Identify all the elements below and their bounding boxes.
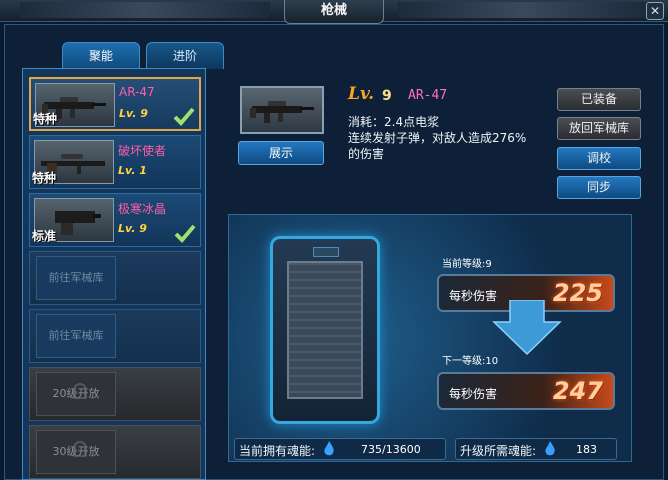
- weapon-case-graphic: [270, 236, 380, 424]
- top-ornament-left: [20, 2, 270, 18]
- weapon-level: Lv. 1: [118, 164, 147, 177]
- locked-slot[interactable]: 前往军械库: [29, 251, 201, 305]
- weapon-list: 特种 AR-47 Lv. 9 特种 破坏使者 Lv. 1 标准 极寒冰晶 Lv.…: [22, 68, 206, 480]
- weapon-preview: [240, 86, 324, 134]
- level-prefix: Lv.: [348, 84, 375, 104]
- next-dps-value: 247: [552, 377, 603, 405]
- required-souls-label: 升级所需魂能:: [460, 444, 537, 458]
- weapon-slot-sniper[interactable]: 特种 破坏使者 Lv. 1: [29, 135, 201, 189]
- weapon-level: Lv. 9: [119, 107, 148, 120]
- level-locked-slot: 20级开放: [29, 367, 201, 421]
- tab-juneng[interactable]: 聚能: [62, 42, 140, 69]
- current-level-label: 当前等级:9: [442, 259, 492, 270]
- selected-weapon-name: AR-47: [408, 88, 448, 103]
- unlock-level-label: 20级开放: [36, 372, 116, 416]
- weapon-name: AR-47: [119, 85, 155, 99]
- desc-effect: 连续发射子弹，对敌人造成276%: [348, 131, 527, 145]
- weapon-type-tag: 标准: [32, 229, 57, 243]
- locked-slot[interactable]: 前往军械库: [29, 309, 201, 363]
- desc-cost: 消耗：2.4点电浆: [348, 115, 440, 129]
- lock-icon: [73, 441, 87, 457]
- case-inner: [287, 261, 363, 399]
- weapon-type-tag: 特种: [32, 171, 57, 185]
- owned-souls-label: 当前拥有魂能:: [239, 444, 316, 458]
- weapon-type-tag: 特种: [33, 112, 58, 126]
- weapon-description: 消耗：2.4点电浆 连续发射子弹，对敌人造成276% 的伤害: [348, 114, 548, 162]
- weapon-slot-ar47[interactable]: 特种 AR-47 Lv. 9: [29, 77, 201, 131]
- soul-flame-icon: [324, 441, 334, 456]
- window-title: 枪械: [284, 0, 384, 24]
- lock-icon: [73, 383, 87, 399]
- required-souls-bar: 升级所需魂能: 183: [455, 438, 617, 460]
- weapon-name: 极寒冰晶: [118, 202, 167, 216]
- rifle-icon: [250, 101, 314, 123]
- arrow-down-icon: [492, 300, 562, 356]
- dps-label: 每秒伤害: [449, 289, 498, 303]
- return-armory-button[interactable]: 放回军械库: [557, 117, 641, 140]
- case-latch: [313, 247, 339, 257]
- owned-souls-bar: 当前拥有魂能: 735/13600: [234, 438, 446, 460]
- unlock-level-label: 30级开放: [36, 430, 116, 474]
- check-icon: [174, 224, 196, 243]
- required-souls-value: 183: [576, 443, 597, 456]
- weapon-name: 破坏使者: [118, 144, 167, 158]
- goto-armory-label: 前往军械库: [36, 256, 116, 300]
- next-level-label: 下一等级:10: [442, 356, 499, 367]
- owned-souls-value: 735/13600: [361, 443, 421, 456]
- next-dps-box: 每秒伤害 247: [437, 372, 615, 410]
- level-number: 9: [382, 88, 392, 104]
- show-button[interactable]: 展示: [238, 141, 324, 165]
- soul-flame-icon: [545, 441, 555, 456]
- top-ornament-right: [398, 2, 648, 18]
- close-button[interactable]: ✕: [646, 2, 664, 20]
- check-icon: [173, 107, 195, 126]
- tune-button[interactable]: 调校: [557, 147, 641, 170]
- sync-button[interactable]: 同步: [557, 176, 641, 199]
- dps-label: 每秒伤害: [449, 387, 498, 401]
- weapon-level: Lv. 9: [118, 222, 147, 235]
- goto-armory-label: 前往军械库: [36, 314, 116, 358]
- tab-jinjie[interactable]: 进阶: [146, 42, 224, 69]
- desc-effect-cont: 的伤害: [348, 147, 385, 161]
- equipped-button[interactable]: 已装备: [557, 88, 641, 111]
- weapon-slot-ice[interactable]: 标准 极寒冰晶 Lv. 9: [29, 193, 201, 247]
- level-locked-slot: 30级开放: [29, 425, 201, 479]
